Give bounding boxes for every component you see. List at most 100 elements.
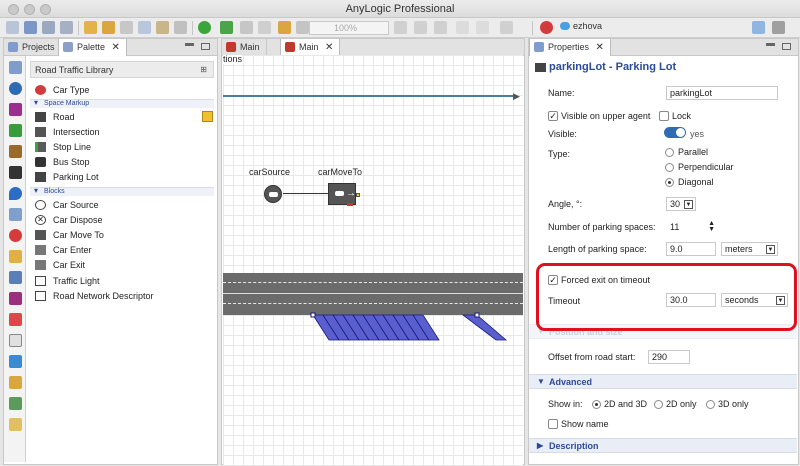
show-name-checkbox[interactable]: [548, 419, 558, 429]
debug-icon[interactable]: [220, 21, 233, 34]
controls-icon[interactable]: [9, 334, 22, 347]
pedestrian-icon[interactable]: [9, 124, 22, 137]
maximize-panel-button[interactable]: [782, 43, 791, 50]
palette-item-car-enter[interactable]: Car Enter: [35, 243, 92, 257]
run-icon[interactable]: [198, 21, 211, 34]
close-icon[interactable]: ✕: [596, 42, 604, 53]
library-selector[interactable]: Road Traffic Library ⊞: [30, 61, 214, 78]
grid-view-icon[interactable]: ⊞: [200, 65, 207, 74]
help-icon[interactable]: [540, 21, 553, 34]
section-space-markup[interactable]: Space Markup: [30, 99, 214, 108]
parking-lot-shape[interactable]: [223, 310, 523, 370]
name-field[interactable]: parkingLot: [666, 86, 778, 100]
palette-item-road[interactable]: Road: [35, 110, 213, 124]
length-field[interactable]: 9.0: [666, 242, 716, 256]
3d-objects-icon[interactable]: [9, 376, 22, 389]
user-account[interactable]: ezhova: [560, 21, 602, 35]
length-unit-select[interactable]: meters ▼: [721, 242, 778, 256]
new-icon[interactable]: [6, 21, 19, 34]
car-source-block[interactable]: [264, 185, 282, 203]
palette-item-car-source[interactable]: Car Source: [35, 198, 99, 212]
palette-item-bus-stop[interactable]: Bus Stop: [35, 155, 90, 169]
settings-icon[interactable]: [772, 21, 785, 34]
connectivity-icon[interactable]: [9, 397, 22, 410]
type-perpendicular-radio[interactable]: [665, 163, 674, 172]
save-icon[interactable]: [42, 21, 55, 34]
stop-icon[interactable]: [240, 21, 253, 34]
maximize-panel-button[interactable]: [201, 43, 210, 50]
tab-main-1[interactable]: Main: [222, 39, 267, 56]
palette-item-stop-line[interactable]: Stop Line: [35, 140, 91, 154]
port-icon[interactable]: [347, 203, 353, 206]
show-in-2d-radio[interactable]: [654, 400, 663, 409]
road[interactable]: [223, 273, 523, 315]
navigate-forward-icon[interactable]: [476, 21, 489, 34]
perspective-icon[interactable]: [752, 21, 765, 34]
agent-icon[interactable]: [9, 208, 22, 221]
path-line[interactable]: [223, 95, 515, 97]
car-move-to-block[interactable]: →: [328, 183, 360, 206]
minimize-panel-button[interactable]: [766, 43, 775, 46]
palette-item-car-dispose[interactable]: ✕ Car Dispose: [35, 213, 103, 227]
fluid-icon[interactable]: [9, 187, 22, 200]
build-icon[interactable]: [258, 21, 271, 34]
pictures-icon[interactable]: [9, 355, 22, 368]
presentation-icon[interactable]: [9, 271, 22, 284]
palette-item-road-network-descriptor[interactable]: Road Network Descriptor: [35, 289, 154, 303]
paste-icon[interactable]: [156, 21, 169, 34]
palette-item-traffic-light[interactable]: Traffic Light: [35, 274, 100, 288]
process-icon[interactable]: [9, 82, 22, 95]
brush-icon[interactable]: [278, 21, 291, 34]
type-parallel-radio[interactable]: [665, 148, 674, 157]
palette-item-parking-lot[interactable]: Parking Lot: [35, 170, 99, 184]
system-dynamics-icon[interactable]: [9, 313, 22, 326]
model-canvas[interactable]: tions ▶ carSource carMoveTo →: [223, 55, 523, 465]
material-handling-icon[interactable]: [9, 418, 22, 431]
view-icon[interactable]: [9, 61, 22, 74]
section-blocks[interactable]: Blocks: [30, 187, 214, 196]
zoom-out-icon[interactable]: [414, 21, 427, 34]
show-in-2d-3d-radio[interactable]: [592, 400, 601, 409]
section-description[interactable]: ▶ Description: [529, 438, 797, 453]
palette-item-car-type[interactable]: Car Type: [35, 83, 89, 97]
chart-icon[interactable]: [9, 292, 22, 305]
navigate-back-icon[interactable]: [456, 21, 469, 34]
rail-icon[interactable]: [9, 145, 22, 158]
open-icon[interactable]: [24, 21, 37, 34]
pencil-icon[interactable]: [202, 111, 213, 122]
offset-field[interactable]: 290: [648, 350, 690, 364]
close-icon[interactable]: ✕: [112, 42, 120, 53]
delete-icon[interactable]: [174, 21, 187, 34]
zoom-in-icon[interactable]: [394, 21, 407, 34]
zoom-field[interactable]: 100%: [309, 21, 389, 35]
type-diagonal-radio[interactable]: [665, 178, 674, 187]
analysis-icon[interactable]: [9, 103, 22, 116]
visible-upper-checkbox[interactable]: ✓: [548, 111, 558, 121]
section-advanced[interactable]: ▼ Advanced: [529, 374, 797, 389]
minimize-panel-button[interactable]: [185, 43, 194, 46]
visible-toggle[interactable]: [664, 127, 686, 138]
zoom-fit-icon[interactable]: [434, 21, 447, 34]
redo-icon[interactable]: [102, 21, 115, 34]
connector[interactable]: [283, 193, 328, 194]
palette-item-car-move-to[interactable]: Car Move To: [35, 228, 104, 242]
road-traffic-icon[interactable]: [9, 166, 22, 179]
angle-select[interactable]: 30 ▼: [666, 197, 696, 211]
palette-item-car-exit[interactable]: Car Exit: [35, 258, 85, 272]
spaces-field[interactable]: 11 ▲ ▼: [666, 220, 718, 234]
layout-icon[interactable]: [500, 21, 513, 34]
statechart-icon[interactable]: [9, 229, 22, 242]
actions-icon[interactable]: [9, 250, 22, 263]
undo-icon[interactable]: [84, 21, 97, 34]
tab-projects[interactable]: Projects: [4, 39, 62, 56]
grid-icon[interactable]: [296, 21, 309, 34]
port-icon[interactable]: [356, 193, 360, 197]
save-all-icon[interactable]: [60, 21, 73, 34]
close-icon[interactable]: ✕: [325, 42, 333, 53]
tab-properties[interactable]: Properties ✕: [529, 39, 611, 56]
cut-icon[interactable]: [120, 21, 133, 34]
show-in-3d-radio[interactable]: [706, 400, 715, 409]
lock-checkbox[interactable]: [659, 111, 669, 121]
stepper-icon[interactable]: ▲ ▼: [708, 220, 715, 233]
copy-icon[interactable]: [138, 21, 151, 34]
